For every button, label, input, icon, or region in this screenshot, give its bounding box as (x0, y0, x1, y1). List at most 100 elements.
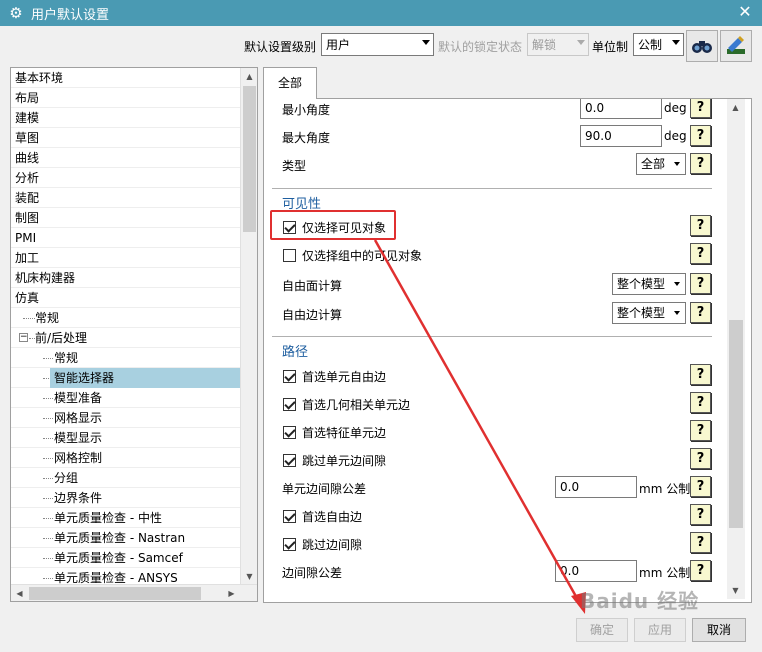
help-icon[interactable]: ? (690, 420, 711, 441)
tree-item[interactable]: 单元质量检查 - Nastran (11, 528, 241, 548)
level-value: 用户 (326, 38, 351, 52)
min-angle-unit: deg (664, 101, 687, 115)
tree-item[interactable]: 机床构建器 (11, 268, 241, 288)
free-edge-dropdown[interactable]: 整个模型 (612, 302, 686, 324)
ok-button[interactable]: 确定 (576, 618, 628, 642)
scroll-thumb[interactable] (29, 587, 201, 600)
help-icon[interactable]: ? (690, 125, 711, 146)
pref-geom-elem-edge-label: 首选几何相关单元边 (302, 398, 411, 412)
help-icon[interactable]: ? (690, 476, 711, 497)
tree-vertical-scrollbar[interactable]: ▲ ▼ (240, 68, 257, 585)
scroll-down-icon[interactable]: ▼ (727, 582, 744, 599)
tree-item[interactable]: PMI (11, 228, 241, 248)
scroll-thumb[interactable] (243, 86, 256, 232)
pref-free-edge-row: 首选自由边 ? (272, 503, 724, 529)
tree-item[interactable]: 草图 (11, 128, 241, 148)
close-icon[interactable]: ✕ (736, 3, 754, 21)
panel-vertical-scrollbar[interactable]: ▲ ▼ (727, 99, 745, 599)
help-icon[interactable]: ? (690, 392, 711, 413)
help-icon[interactable]: ? (690, 153, 711, 174)
tree-item[interactable]: 仿真 (11, 288, 241, 308)
annotation-highlight-box (270, 210, 396, 240)
tree-item[interactable]: 常规 (11, 308, 241, 328)
tree-item[interactable]: 单元质量检查 - Samcef (11, 548, 241, 568)
scroll-thumb[interactable] (729, 320, 743, 528)
apply-button[interactable]: 应用 (634, 618, 686, 642)
skip-edge-gap-checkbox[interactable] (283, 538, 296, 551)
level-dropdown[interactable]: 用户 (321, 33, 434, 56)
unit-value: 公制 (638, 38, 663, 52)
lock-label: 默认的锁定状态 (438, 40, 523, 54)
pref-feature-elem-edge-checkbox[interactable] (283, 426, 296, 439)
free-edge-label: 自由边计算 (282, 308, 343, 322)
help-icon[interactable]: ? (690, 532, 711, 553)
edge-gap-tol-row: 边间隙公差 0.0 mm 公制 ? (272, 559, 724, 585)
cancel-button[interactable]: 取消 (692, 618, 746, 642)
tree-item[interactable]: 加工 (11, 248, 241, 268)
lock-dropdown[interactable]: 解锁 (527, 33, 589, 56)
tree-item[interactable]: 曲线 (11, 148, 241, 168)
pref-free-edge-checkbox[interactable] (283, 510, 296, 523)
category-tree[interactable]: 基本环境 布局 建模 草图 曲线 分析 装配 制图 PMI 加工 机床构建器 仿… (10, 67, 258, 602)
elem-gap-tol-input[interactable]: 0.0 (555, 476, 637, 498)
tree-horizontal-scrollbar[interactable]: ◀ ▶ (11, 584, 257, 601)
tree-item[interactable]: 单元质量检查 - 中性 (11, 508, 241, 528)
tree-connector (43, 418, 53, 419)
min-angle-label: 最小角度 (282, 103, 331, 117)
tree-item[interactable]: 网格控制 (11, 448, 241, 468)
tree-item[interactable]: 布局 (11, 88, 241, 108)
tree-connector (43, 438, 53, 439)
tree-item[interactable]: − 前/后处理 (11, 328, 241, 348)
tree-item[interactable]: 基本环境 (11, 68, 241, 88)
pref-elem-free-edge-checkbox[interactable] (283, 370, 296, 383)
type-value: 全部 (641, 157, 666, 171)
settings-gear-icon: ⚙ (9, 4, 23, 22)
tree-item[interactable]: 制图 (11, 208, 241, 228)
tree-item[interactable]: 模型显示 (11, 428, 241, 448)
tree-item[interactable]: 装配 (11, 188, 241, 208)
pref-free-edge-label: 首选自由边 (302, 510, 363, 524)
tree-item-selected[interactable]: 智能选择器 (11, 368, 241, 388)
help-icon[interactable]: ? (690, 273, 711, 294)
pref-geom-elem-edge-row: 首选几何相关单元边 ? (272, 391, 724, 417)
help-icon[interactable]: ? (690, 448, 711, 469)
unit-dropdown[interactable]: 公制 (633, 33, 684, 56)
min-angle-input[interactable]: 0.0 (580, 99, 662, 119)
tree-item[interactable]: 分析 (11, 168, 241, 188)
help-icon[interactable]: ? (690, 560, 711, 581)
skip-elem-gap-checkbox[interactable] (283, 454, 296, 467)
help-icon[interactable]: ? (690, 302, 711, 323)
help-icon[interactable]: ? (690, 243, 711, 264)
scroll-up-icon[interactable]: ▲ (727, 99, 744, 116)
free-face-dropdown[interactable]: 整个模型 (612, 273, 686, 295)
max-angle-unit: deg (664, 129, 687, 143)
select-group-visible-checkbox[interactable] (283, 249, 296, 262)
help-icon[interactable]: ? (690, 215, 711, 236)
max-angle-input[interactable]: 90.0 (580, 125, 662, 147)
pref-elem-free-edge-row: 首选单元自由边 ? (272, 363, 724, 389)
scroll-up-icon[interactable]: ▲ (241, 68, 257, 85)
type-dropdown[interactable]: 全部 (636, 153, 686, 175)
tree-item[interactable]: 常规 (11, 348, 241, 368)
binoculars-icon (692, 41, 712, 53)
collapse-icon[interactable]: − (19, 333, 28, 342)
scroll-left-icon[interactable]: ◀ (11, 585, 28, 601)
tree-item[interactable]: 建模 (11, 108, 241, 128)
tree-item[interactable]: 模型准备 (11, 388, 241, 408)
help-icon[interactable]: ? (690, 99, 711, 118)
help-icon[interactable]: ? (690, 364, 711, 385)
manage-defaults-button[interactable] (720, 30, 752, 62)
scroll-right-icon[interactable]: ▶ (223, 585, 240, 601)
skip-elem-gap-label: 跳过单元边间隙 (302, 454, 387, 468)
tree-item[interactable]: 单元质量检查 - ANSYS (11, 568, 241, 585)
find-defaults-button[interactable] (686, 30, 718, 62)
tab-all[interactable]: 全部 (263, 67, 317, 99)
tree-item[interactable]: 网格显示 (11, 408, 241, 428)
edge-gap-tol-input[interactable]: 0.0 (555, 560, 637, 582)
help-icon[interactable]: ? (690, 504, 711, 525)
scroll-down-icon[interactable]: ▼ (241, 568, 257, 585)
tree-item[interactable]: 边界条件 (11, 488, 241, 508)
path-section-title: 路径 (282, 345, 309, 360)
pref-geom-elem-edge-checkbox[interactable] (283, 398, 296, 411)
tree-item[interactable]: 分组 (11, 468, 241, 488)
